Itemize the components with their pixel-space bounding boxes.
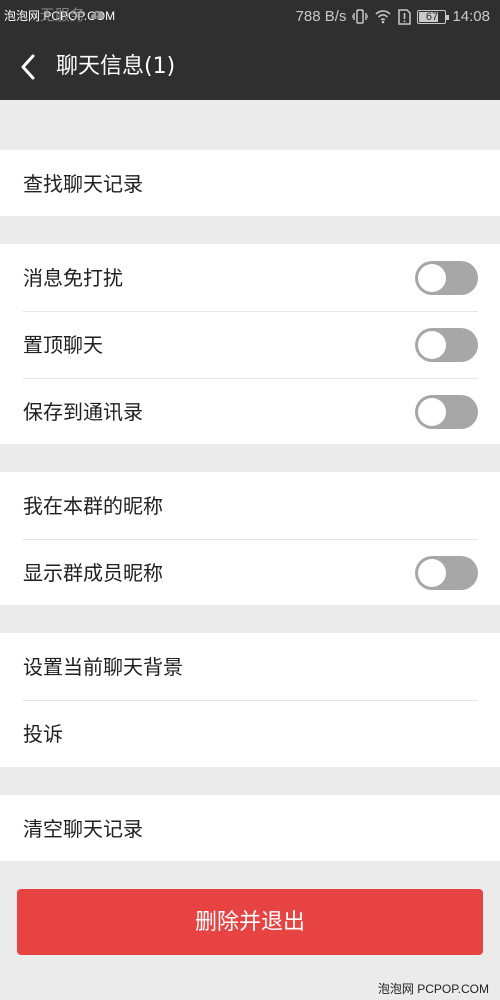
chat-background-label: 设置当前聊天背景 (23, 655, 183, 679)
show-member-nicknames-label: 显示群成员昵称 (23, 561, 163, 585)
my-group-nickname-label: 我在本群的昵称 (23, 494, 163, 518)
battery-icon: 67 (417, 9, 450, 24)
chat-info-header: 聊天信息(1) (0, 34, 500, 100)
pin-chat-label: 置顶聊天 (23, 333, 103, 357)
my-group-nickname-row[interactable]: 我在本群的昵称 (0, 472, 500, 539)
settings-section-search: 查找聊天记录 (0, 150, 500, 216)
do-not-disturb-label: 消息免打扰 (23, 266, 123, 290)
back-button[interactable] (13, 48, 47, 86)
save-to-contacts-label: 保存到通讯录 (23, 400, 143, 424)
settings-section-group-display: 我在本群的昵称 显示群成员昵称 (0, 472, 500, 605)
do-not-disturb-row[interactable]: 消息免打扰 (0, 244, 500, 311)
status-right: 788 B/s 67 14:08 (296, 8, 490, 25)
clear-chat-history-label: 清空聊天记录 (23, 817, 143, 841)
show-member-nicknames-row[interactable]: 显示群成员昵称 (0, 539, 500, 606)
toggle-knob (418, 559, 446, 587)
status-bar: 泡泡网 PCPOP.COM 无服务 788 B/s 67 14:08 (0, 0, 500, 34)
wifi-icon (374, 9, 392, 24)
toggle-knob (418, 398, 446, 426)
toggle-knob (418, 264, 446, 292)
pin-chat-toggle[interactable] (415, 328, 478, 362)
carrier-status: 无服务 (39, 6, 85, 24)
settings-section-background-report: 设置当前聊天背景 投诉 (0, 633, 500, 767)
show-member-nicknames-toggle[interactable] (415, 556, 478, 590)
find-chat-history-label: 查找聊天记录 (23, 172, 143, 196)
bottom-watermark: 泡泡网 PCPOP.COM (377, 982, 489, 996)
report-label: 投诉 (23, 722, 63, 746)
battery-level: 67 (425, 10, 439, 23)
do-not-disturb-toggle[interactable] (415, 261, 478, 295)
clear-chat-history-row[interactable]: 清空聊天记录 (0, 795, 500, 862)
back-arrow-icon (21, 54, 35, 80)
find-chat-history-row[interactable]: 查找聊天记录 (0, 150, 500, 217)
save-to-contacts-row[interactable]: 保存到通讯录 (0, 378, 500, 445)
page-title: 聊天信息(1) (56, 54, 176, 79)
status-left: 泡泡网 PCPOP.COM 无服务 (4, 4, 115, 25)
settings-section-clear: 清空聊天记录 (0, 795, 500, 861)
network-speed: 788 B/s (295, 8, 347, 25)
pin-chat-row[interactable]: 置顶聊天 (0, 311, 500, 378)
status-time: 14:08 (452, 8, 490, 25)
delete-and-exit-button[interactable]: 删除并退出 (17, 889, 483, 955)
sim-alert-icon (398, 8, 412, 25)
chat-background-row[interactable]: 设置当前聊天背景 (0, 633, 500, 700)
save-to-contacts-toggle[interactable] (415, 395, 478, 429)
report-row[interactable]: 投诉 (0, 700, 500, 767)
toggle-knob (418, 331, 446, 359)
cloud-alert-icon (90, 9, 104, 20)
settings-section-chat-options: 消息免打扰 置顶聊天 保存到通讯录 (0, 244, 500, 444)
vibrate-icon (352, 9, 369, 24)
